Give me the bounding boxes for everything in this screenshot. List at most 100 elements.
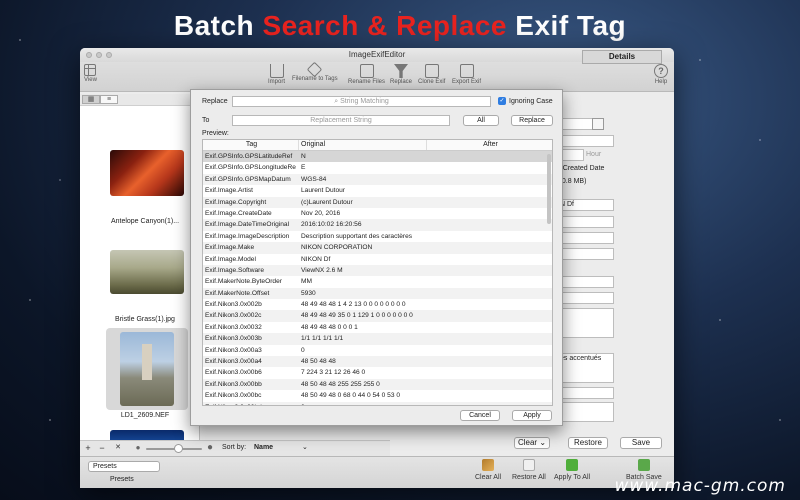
- model-field[interactable]: N Df: [556, 199, 614, 211]
- cell-after: [427, 185, 552, 196]
- table-row[interactable]: Exif.Image.Software ViewNX 2.6 M: [203, 264, 552, 277]
- thumbnail-size-slider[interactable]: [146, 444, 202, 453]
- table-row[interactable]: Exif.Image.CreateDate Nov 20, 2016: [203, 208, 552, 219]
- column-header-tag[interactable]: Tag: [203, 140, 299, 150]
- cell-after: [427, 208, 552, 219]
- cell-after: [427, 367, 552, 378]
- filename-to-tags-button[interactable]: Filename to Tags: [292, 61, 338, 82]
- ignoring-case-checkbox[interactable]: ✓: [498, 97, 506, 105]
- details-field[interactable]: [556, 248, 614, 260]
- grid-view-toggle[interactable]: ▦: [82, 95, 100, 104]
- cell-after: [427, 151, 552, 162]
- details-field[interactable]: [556, 292, 614, 304]
- column-header-after[interactable]: After: [427, 140, 552, 150]
- restore-all-label: Restore All: [512, 474, 546, 481]
- table-row[interactable]: Exif.MakerNote.Offset 5930: [203, 287, 552, 300]
- table-row[interactable]: Exif.Nikon3.0x0032 48 49 48 48 0 0 0 1: [203, 322, 552, 333]
- list-view-toggle[interactable]: ≡: [100, 95, 118, 104]
- search-icon: ⌕: [334, 98, 339, 105]
- cell-original: 48 50 48 48: [301, 358, 336, 366]
- thumbnail-image[interactable]: [110, 150, 184, 196]
- table-row[interactable]: Exif.Nikon3.0x00bd0: [203, 401, 552, 405]
- thumbnail-image[interactable]: [110, 250, 184, 294]
- cell-original: 2016:10:02 16:20:56: [301, 221, 362, 229]
- minimize-window-button[interactable]: [96, 52, 102, 58]
- save-button[interactable]: Save: [620, 437, 662, 449]
- restore-button[interactable]: Restore: [568, 437, 608, 449]
- batch-bar: Presets Presets Clear All Restore All Ap…: [80, 456, 674, 488]
- presets-dropdown[interactable]: Presets: [88, 461, 160, 472]
- replacement-input[interactable]: Replacement String: [232, 115, 450, 126]
- zoom-window-button[interactable]: [106, 52, 112, 58]
- clear-list-button[interactable]: ✕: [112, 443, 124, 454]
- rename-files-button[interactable]: Rename Files: [348, 64, 385, 85]
- table-row[interactable]: Exif.Nikon3.0x002b 48 49 48 48 1 4 2 13 0…: [203, 299, 552, 310]
- calendar-icon[interactable]: [592, 118, 604, 130]
- ignoring-case-label: Ignoring Case: [509, 98, 553, 105]
- sort-select[interactable]: Name: [254, 444, 273, 451]
- close-window-button[interactable]: [86, 52, 92, 58]
- description-textarea[interactable]: es accentués: [556, 353, 614, 383]
- table-row[interactable]: Exif.Image.DateTimeOriginal 2016:10:02 16…: [203, 219, 552, 231]
- apply-button[interactable]: Apply: [512, 410, 552, 421]
- details-field[interactable]: [556, 387, 614, 399]
- cell-after: [427, 162, 552, 173]
- details-field[interactable]: [556, 276, 614, 288]
- clear-all-button[interactable]: Clear All: [475, 459, 501, 481]
- arrow-up-icon: [566, 459, 579, 471]
- table-row[interactable]: Exif.Nikon3.0x00bc 48 50 49 48 0 68 0 44 …: [203, 390, 552, 401]
- help-button[interactable]: ? Help: [654, 64, 668, 85]
- table-row[interactable]: Exif.MakerNote.ByteOrder MM: [203, 276, 552, 287]
- table-row[interactable]: Exif.Nikon3.0x00a4 48 50 48 48: [203, 356, 552, 368]
- table-row[interactable]: Exif.Nikon3.0x003b 1/1 1/1 1/1 1/1: [203, 333, 552, 345]
- table-row[interactable]: Exif.GPSInfo.GPSMapDatum WGS-84: [203, 173, 552, 186]
- table-row[interactable]: Exif.GPSInfo.GPSLongitudeRe E: [203, 162, 552, 173]
- table-row[interactable]: Exif.Nikon3.0x00bb 48 50 48 48 255 255 25…: [203, 378, 552, 391]
- replace-toolbar-button[interactable]: Replace: [390, 64, 412, 85]
- tab-details[interactable]: Details: [582, 50, 662, 64]
- remove-button[interactable]: −: [96, 443, 108, 454]
- table-row[interactable]: Exif.Image.Make NIKON CORPORATION: [203, 242, 552, 254]
- table-row[interactable]: Exif.Nikon3.0x002c 48 49 48 49 35 0 1 129…: [203, 310, 552, 322]
- slider-knob[interactable]: [174, 444, 183, 453]
- thumbnail-image[interactable]: [120, 332, 174, 406]
- thumbnail-caption: Bristle Grass(1).jpg: [115, 316, 175, 323]
- column-header-original[interactable]: Original: [299, 140, 427, 150]
- view-button[interactable]: View: [84, 64, 97, 83]
- window-controls: [86, 52, 112, 58]
- all-button[interactable]: All: [463, 115, 499, 126]
- download-icon: [637, 459, 650, 471]
- browser-footer: + − ✕ ● ● Sort by: Name ⌄: [80, 440, 390, 456]
- table-row[interactable]: Exif.Image.Copyright (c)Laurent Dutour: [203, 196, 552, 208]
- table-scrollbar[interactable]: [547, 154, 551, 224]
- cell-original: 48 49 48 49 35 0 1 129 1 0 0 0 0 0 0 0: [301, 312, 413, 320]
- banner-text-2: Search & Replace: [262, 10, 508, 41]
- table-row[interactable]: Exif.Nikon3.0x00a3 0: [203, 345, 552, 356]
- import-button[interactable]: Import: [268, 64, 285, 85]
- cancel-button[interactable]: Cancel: [460, 410, 500, 421]
- details-field[interactable]: [556, 135, 614, 147]
- table-row[interactable]: Exif.Image.Model NIKON Df: [203, 254, 552, 265]
- cell-after: [427, 356, 552, 367]
- details-textarea[interactable]: [556, 308, 614, 338]
- clone-exif-button[interactable]: Clone Exif: [418, 64, 445, 85]
- add-button[interactable]: +: [82, 443, 94, 454]
- apply-to-all-button[interactable]: Apply To All: [554, 459, 590, 481]
- details-field[interactable]: [556, 216, 614, 228]
- table-row[interactable]: Exif.Nikon3.0x00b6 7 224 3 21 12 26 46 0: [203, 367, 552, 378]
- table-row[interactable]: Exif.GPSInfo.GPSLatitudeRef N: [203, 151, 552, 163]
- sort-dropdown-chevron-icon[interactable]: ⌄: [302, 443, 308, 451]
- export-exif-button[interactable]: Export Exif: [452, 64, 481, 85]
- cell-tag: Exif.Nikon3.0x0032: [205, 323, 262, 331]
- details-field[interactable]: [556, 232, 614, 244]
- table-body: Exif.GPSInfo.GPSLatitudeRef N Exif.GPSInfo…: [203, 151, 552, 405]
- replace-button[interactable]: Replace: [511, 115, 553, 126]
- clear-button[interactable]: Clear ⌄: [514, 437, 550, 449]
- table-row[interactable]: Exif.Image.Artist Laurent Dutour: [203, 185, 552, 196]
- large-person-icon: ●: [206, 442, 214, 453]
- cell-original: 0: [301, 346, 305, 354]
- restore-all-button[interactable]: Restore All: [512, 459, 546, 481]
- table-row[interactable]: Exif.Image.ImageDescription Description s…: [203, 231, 552, 242]
- search-input[interactable]: ⌕ String Matching: [232, 96, 491, 107]
- details-textarea[interactable]: [556, 402, 614, 422]
